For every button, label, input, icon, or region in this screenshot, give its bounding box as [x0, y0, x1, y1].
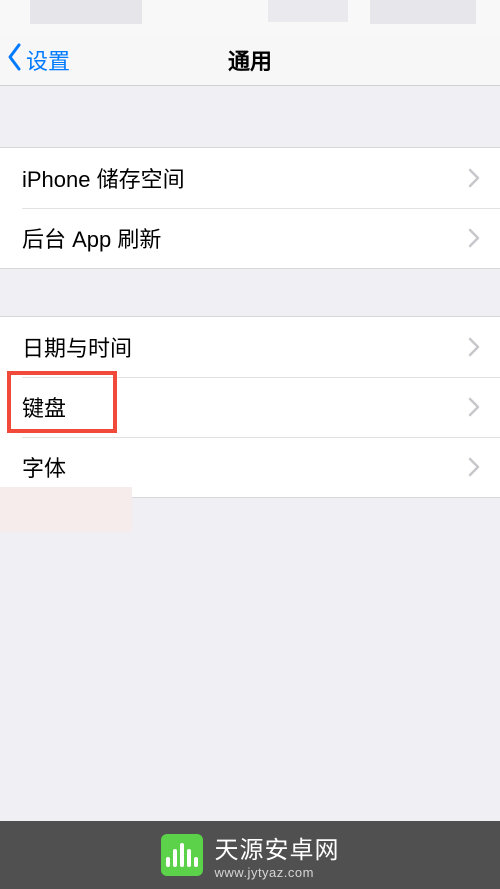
row-label: 日期与时间 — [22, 331, 132, 363]
chevron-right-icon — [468, 457, 480, 477]
section-spacer — [0, 269, 500, 316]
chevron-right-icon — [468, 168, 480, 188]
row-label: 后台 App 刷新 — [22, 222, 161, 254]
chevron-right-icon — [468, 397, 480, 417]
chevron-left-icon — [6, 42, 24, 78]
settings-group-general: 日期与时间 键盘 字体 — [0, 316, 500, 498]
back-label: 设置 — [26, 44, 70, 76]
decorative-block — [0, 487, 132, 532]
watermark-bar: 天源安卓网 www.jytyaz.com — [0, 821, 500, 889]
row-label: iPhone 储存空间 — [22, 162, 185, 194]
row-date-time[interactable]: 日期与时间 — [0, 317, 500, 377]
nav-bar: 设置 通用 — [0, 34, 500, 86]
watermark-url: www.jytyaz.com — [215, 865, 340, 880]
row-background-app-refresh[interactable]: 后台 App 刷新 — [0, 208, 500, 268]
row-keyboard[interactable]: 键盘 — [0, 377, 500, 437]
status-bar — [0, 0, 500, 34]
row-label: 字体 — [22, 451, 66, 483]
row-label: 键盘 — [22, 391, 66, 423]
page-title: 通用 — [0, 44, 500, 76]
watermark-logo-icon — [161, 834, 203, 876]
status-placeholder — [370, 0, 476, 24]
back-button[interactable]: 设置 — [0, 42, 70, 78]
section-spacer — [0, 86, 500, 147]
status-placeholder — [268, 0, 348, 22]
chevron-right-icon — [468, 228, 480, 248]
chevron-right-icon — [468, 337, 480, 357]
settings-group-storage: iPhone 储存空间 后台 App 刷新 — [0, 147, 500, 269]
watermark-title: 天源安卓网 — [215, 830, 340, 865]
status-placeholder — [30, 0, 142, 24]
row-iphone-storage[interactable]: iPhone 储存空间 — [0, 148, 500, 208]
